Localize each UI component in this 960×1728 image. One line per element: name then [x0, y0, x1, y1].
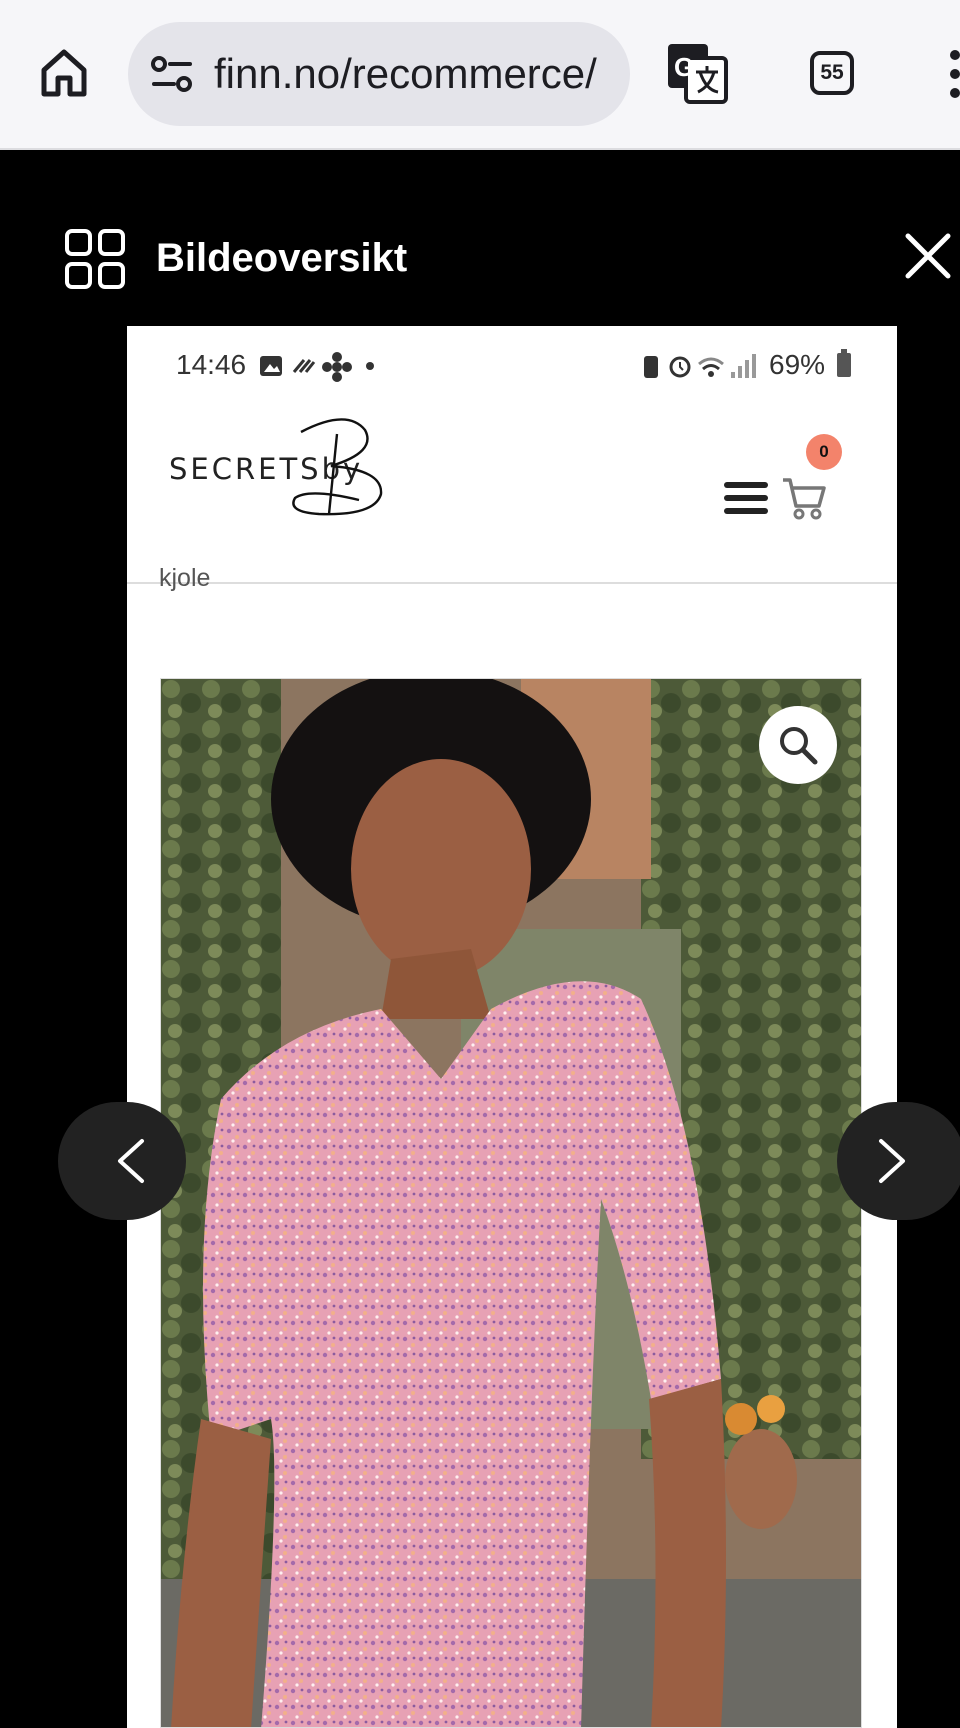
more-vert-icon[interactable] — [950, 50, 960, 100]
svg-text:G: G — [674, 52, 694, 82]
status-time: 14:46 — [176, 349, 247, 380]
browser-toolbar: finn.no/recommerce/ G 55 — [0, 0, 960, 150]
chevron-right-icon — [879, 1139, 905, 1183]
hamburger-icon[interactable] — [724, 482, 768, 514]
home-icon[interactable] — [36, 44, 92, 100]
gallery-title: Bildeoversikt — [156, 236, 408, 280]
site-header: SECRETSby — [127, 402, 897, 584]
brand-logo[interactable] — [169, 412, 409, 522]
product-category: kjole — [159, 564, 211, 592]
battery-icon — [837, 349, 851, 377]
gallery-header: Bildeoversikt — [0, 152, 960, 326]
product-photo — [160, 678, 862, 1728]
previous-image-button[interactable] — [58, 1102, 186, 1220]
battery-percent: 69% — [769, 349, 826, 380]
tune-icon[interactable] — [150, 54, 194, 94]
gallery-image: 14:46 69% SECRETSby 0 kjole — [127, 326, 897, 1728]
cart-icon[interactable] — [781, 474, 827, 520]
cart-count-badge: 0 — [806, 434, 842, 470]
notification-icons — [258, 352, 374, 382]
system-status-icons — [641, 350, 761, 382]
search-icon — [780, 727, 818, 765]
url-text[interactable]: finn.no/recommerce/ — [214, 46, 614, 102]
phone-status-bar: 14:46 69% — [127, 326, 897, 402]
tabs-icon[interactable]: 55 — [810, 51, 854, 95]
chevron-left-icon — [118, 1139, 144, 1183]
close-icon[interactable] — [904, 232, 952, 280]
address-bar[interactable]: finn.no/recommerce/ — [128, 22, 630, 126]
grid-icon[interactable] — [64, 228, 126, 290]
next-image-button[interactable] — [837, 1102, 960, 1220]
translate-icon[interactable]: G — [666, 42, 730, 106]
zoom-button[interactable] — [759, 706, 837, 784]
